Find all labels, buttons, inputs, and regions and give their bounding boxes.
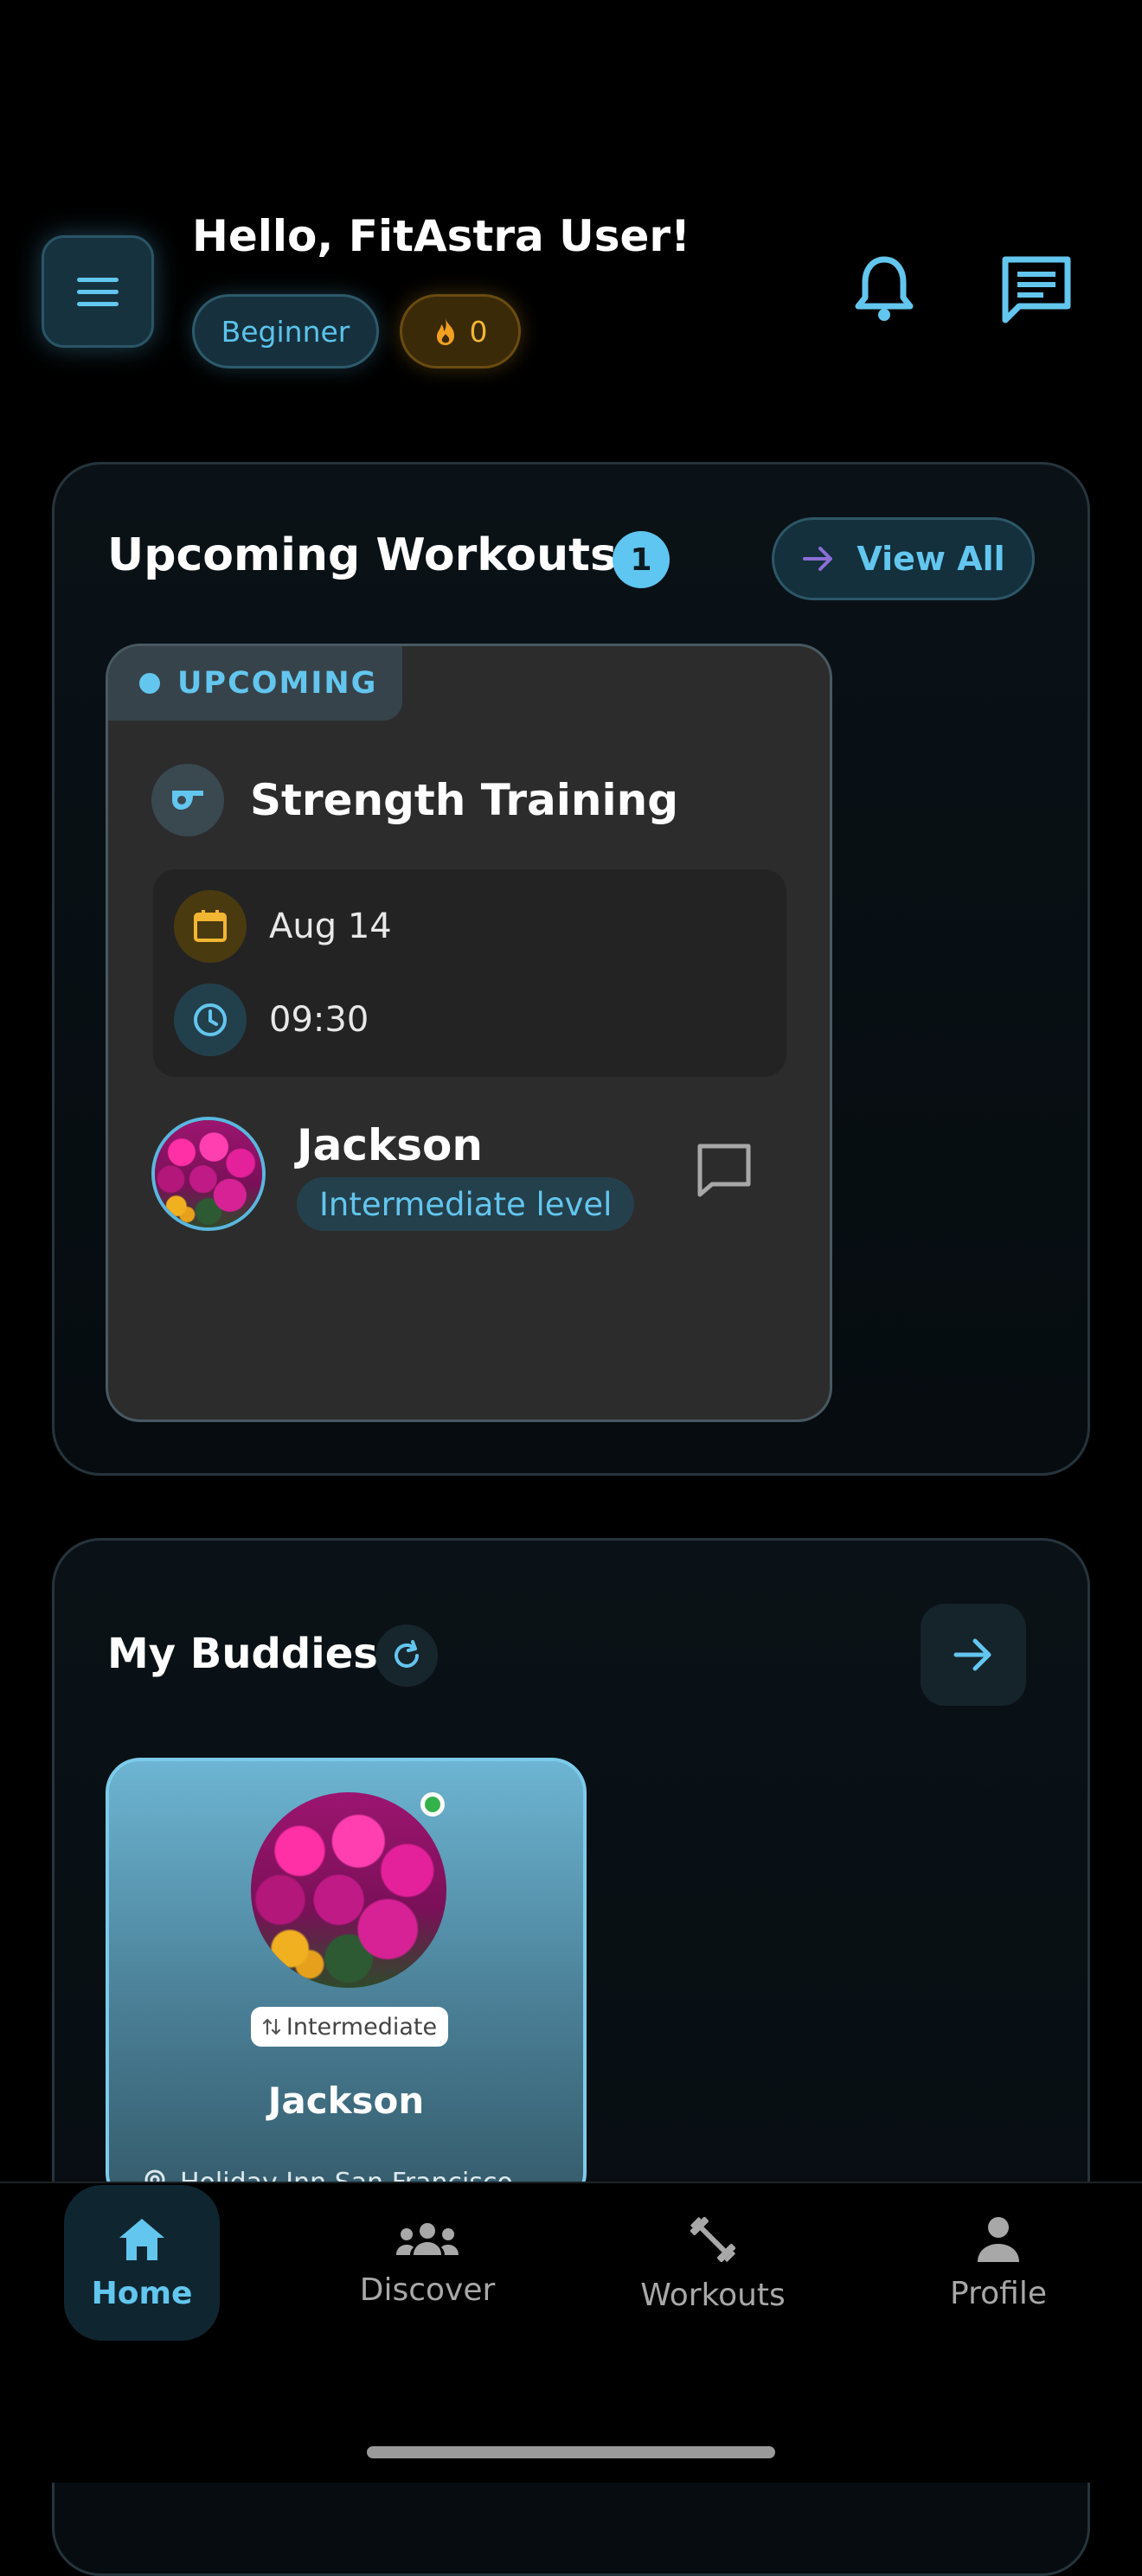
partner-avatar[interactable] [151,1117,266,1231]
calendar-icon [174,890,247,963]
nav-workouts-label: Workouts [640,2277,786,2313]
workout-date: Aug 14 [269,907,392,946]
upcoming-count-badge: 1 [613,531,670,588]
buddy-level-label: Intermediate [286,2013,438,2041]
view-all-button[interactable]: View All [772,517,1035,600]
upcoming-workouts-title: Upcoming Workouts [107,529,617,581]
streak-count: 0 [469,314,488,349]
nav-workouts[interactable]: Workouts [609,2185,817,2341]
flame-icon [436,318,454,345]
nav-home[interactable]: Home [38,2185,246,2341]
greeting-title: Hello, FitAstra User! [192,211,690,261]
workout-title: Strength Training [250,775,679,825]
refresh-button[interactable] [375,1624,438,1687]
dumbbell-icon [690,2216,736,2262]
status-dot [139,673,160,694]
hamburger-icon [77,278,119,306]
date-row: Aug 14 [174,890,392,963]
bell-icon[interactable] [848,253,921,325]
buddy-level-badge: Intermediate [251,2007,448,2047]
home-icon [119,2218,164,2260]
buddy-avatar [251,1792,446,1988]
arrow-right-icon [953,1638,991,1671]
home-indicator [367,2446,775,2458]
streak-badge: 0 [400,294,521,368]
status-label: UPCOMING [177,666,378,701]
view-all-label: View All [856,540,1005,578]
workout-card[interactable]: UPCOMING Strength Training Aug 14 09:30 … [106,644,832,1422]
arrow-right-icon [803,547,833,571]
workout-time: 09:30 [269,1000,369,1040]
chat-icon[interactable] [695,1141,754,1200]
status-tab: UPCOMING [108,646,402,721]
partner-name: Jackson [297,1120,483,1170]
nav-discover-label: Discover [359,2272,496,2308]
workout-type-icon [151,764,224,836]
online-status-dot [420,1792,445,1817]
swap-icon [262,2018,280,2035]
buddies-arrow-button[interactable] [921,1604,1026,1706]
nav-discover[interactable]: Discover [324,2185,531,2341]
nav-profile[interactable]: Profile [895,2185,1102,2341]
partner-level-chip: Intermediate level [297,1177,635,1231]
buddy-name: Jackson [267,2079,425,2122]
clock-icon [174,984,247,1056]
messages-icon[interactable] [997,251,1076,330]
my-buddies-title: My Buddies [107,1630,378,1678]
schedule-box: Aug 14 09:30 [153,869,786,1077]
nav-home-label: Home [91,2275,193,2311]
workout-header: Strength Training [151,764,678,836]
group-icon [396,2222,459,2255]
person-icon [978,2216,1019,2262]
time-row: 09:30 [174,984,369,1056]
nav-profile-label: Profile [950,2275,1047,2311]
refresh-icon [395,1640,419,1668]
level-badge: Beginner [192,294,379,368]
menu-button[interactable] [42,235,154,348]
buddy-card[interactable]: Intermediate Jackson Holiday Inn San Fra… [106,1758,587,2208]
